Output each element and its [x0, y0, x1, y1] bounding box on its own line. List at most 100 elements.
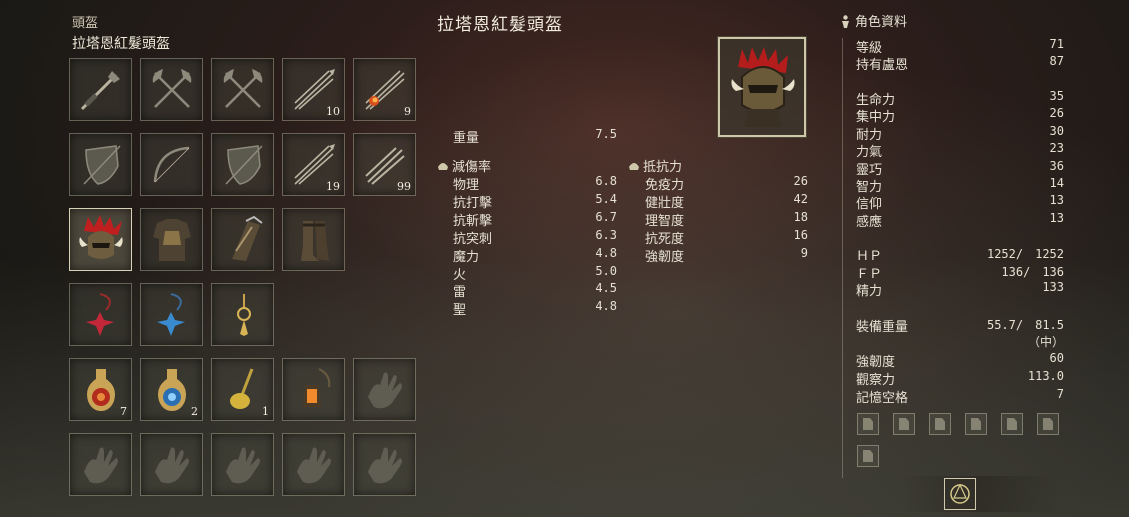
resistance-label: 理智度 — [645, 213, 685, 229]
equipment-slot[interactable] — [140, 133, 203, 196]
resistance-value: 16 — [793, 227, 808, 242]
resistance-row: 強韌度 9 — [645, 245, 808, 265]
negation-header-label: 減傷率 — [452, 160, 492, 175]
negation-header: 減傷率 — [437, 156, 491, 175]
memory-slot[interactable] — [1001, 413, 1023, 435]
equip-load-value: 55.7/ 81.5 — [986, 318, 1064, 332]
resistance-value: 9 — [800, 245, 808, 260]
negation-row: 物理 6.8 — [453, 174, 617, 193]
resistance-label: 健壯度 — [645, 195, 685, 211]
great-rune-slot[interactable] — [944, 478, 976, 510]
equipment-slot[interactable] — [69, 283, 132, 346]
hp-label: ＨＰ — [856, 249, 883, 264]
equipment-slot[interactable] — [211, 283, 274, 346]
runes-held-row: 持有盧恩 87 — [856, 54, 1064, 73]
resistance-label: 強韌度 — [645, 249, 685, 265]
equipment-slot[interactable] — [211, 58, 274, 121]
memory-slot[interactable] — [857, 413, 879, 435]
negation-row: 抗斬擊 6.7 — [453, 210, 617, 229]
attribute-label: 力氣 — [856, 145, 883, 161]
resistance-row: 健壯度 42 — [645, 191, 808, 211]
memory-slot[interactable] — [857, 445, 879, 467]
stamina-value: 133 — [1042, 280, 1064, 294]
discovery-row: 觀察力 113.0 — [856, 369, 1064, 388]
attribute-label: 信仰 — [856, 197, 883, 213]
attribute-label: 生命力 — [856, 93, 896, 108]
equipment-slot[interactable] — [140, 208, 203, 271]
negation-row: 抗打擊 5.4 — [453, 191, 617, 211]
item-title: 拉塔恩紅髮頭盔 — [437, 15, 563, 35]
negation-label: 魔力 — [453, 249, 480, 265]
memory-slot[interactable] — [965, 413, 987, 435]
memory-slots-row: 記憶空格 7 — [856, 387, 1064, 406]
runes-held-value: 87 — [1049, 54, 1064, 68]
negation-value: 5.4 — [595, 191, 617, 206]
red-haired-helm-icon — [731, 47, 795, 127]
stamina-label: 精力 — [856, 284, 883, 299]
equipment-slot[interactable]: 19 — [282, 133, 345, 196]
equipment-slot[interactable]: 2 — [140, 358, 203, 421]
equipment-slot[interactable] — [282, 433, 345, 496]
negation-row: 雷 4.5 — [453, 281, 617, 300]
resistance-value: 18 — [793, 209, 808, 224]
resistance-row: 抗死度 16 — [645, 227, 808, 247]
person-icon — [842, 15, 849, 28]
negation-value: 4.8 — [595, 299, 617, 314]
stamina-row: 精力 133 — [856, 280, 1064, 299]
panel-divider — [842, 38, 843, 478]
equipment-slot[interactable] — [353, 433, 416, 496]
character-header-label: 角色資料 — [855, 15, 908, 30]
negation-label: 抗斬擊 — [453, 213, 493, 229]
slot-category-label: 頭盔 — [72, 16, 99, 31]
negation-value: 6.8 — [595, 174, 617, 188]
attribute-row: 智力 14 — [856, 176, 1064, 195]
attribute-value: 35 — [1049, 89, 1064, 103]
item-count: 99 — [397, 180, 411, 193]
attribute-row: 生命力 35 — [856, 89, 1064, 108]
resistance-value: 42 — [793, 191, 808, 206]
equipment-slot[interactable]: 9 — [353, 58, 416, 121]
resistance-header-label: 抵抗力 — [643, 160, 683, 175]
weight-value: 7.5 — [595, 127, 617, 141]
item-count: 1 — [262, 405, 269, 418]
resistance-row: 免疫力 26 — [645, 174, 808, 193]
equipment-slot[interactable] — [69, 58, 132, 121]
negation-label: 火 — [453, 267, 467, 283]
memory-slot[interactable] — [1037, 413, 1059, 435]
equipment-slot[interactable] — [69, 133, 132, 196]
item-count: 9 — [404, 105, 411, 118]
resistance-label: 免疫力 — [645, 178, 685, 193]
resistance-header: 抵抗力 — [628, 156, 682, 175]
memory-slot[interactable] — [893, 413, 915, 435]
equipment-slot[interactable] — [282, 358, 345, 421]
memory-slots-label: 記憶空格 — [856, 391, 909, 406]
attribute-value: 13 — [1049, 210, 1064, 225]
weight-label: 重量 — [453, 131, 480, 146]
memory-slot[interactable] — [929, 413, 951, 435]
negation-value: 5.0 — [595, 263, 617, 278]
equipment-slot[interactable] — [140, 58, 203, 121]
level-row: 等級 71 — [856, 37, 1064, 56]
equipment-slot[interactable]: 10 — [282, 58, 345, 121]
attribute-label: 感應 — [856, 214, 883, 230]
empty-grid-cell — [353, 208, 416, 271]
attribute-value: 23 — [1049, 141, 1064, 156]
attribute-value: 26 — [1049, 106, 1064, 121]
equipment-slot[interactable] — [69, 433, 132, 496]
equipment-slot[interactable]: 99 — [353, 133, 416, 196]
fp-value: 136/ 136 — [1001, 265, 1064, 279]
weight-row: 重量 7.5 — [453, 127, 617, 146]
equipment-slot[interactable] — [140, 283, 203, 346]
equipment-slot[interactable] — [211, 433, 274, 496]
hp-value: 1252/ 1252 — [986, 247, 1064, 261]
equipment-slot[interactable]: 1 — [211, 358, 274, 421]
equipment-slot[interactable]: 7 — [69, 358, 132, 421]
negation-value: 4.8 — [595, 245, 617, 260]
equipment-slot[interactable] — [69, 208, 132, 271]
equipment-slot[interactable] — [140, 433, 203, 496]
negation-row: 聖 4.8 — [453, 299, 617, 318]
equipment-slot[interactable] — [282, 208, 345, 271]
equipment-slot[interactable] — [353, 358, 416, 421]
equipment-slot[interactable] — [211, 133, 274, 196]
equipment-slot[interactable] — [211, 208, 274, 271]
